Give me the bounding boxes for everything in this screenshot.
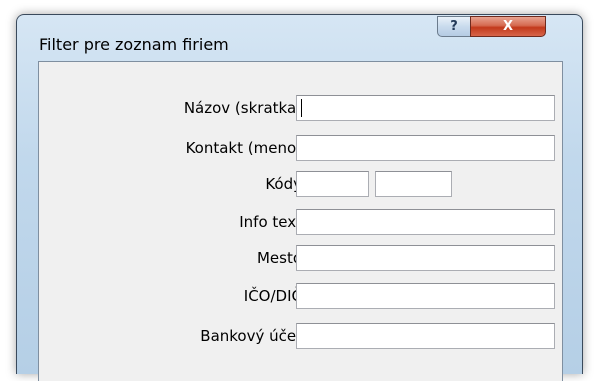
title-bar[interactable]: Filter pre zoznam firiem ? X: [17, 15, 582, 61]
help-button[interactable]: ?: [437, 16, 471, 37]
row-ico: IČO/DIČ: [39, 283, 564, 309]
kontakt-input[interactable]: [296, 135, 555, 161]
mesto-input[interactable]: [296, 245, 555, 271]
row-info: Info text: [39, 209, 564, 235]
row-nazov: Názov (skratka): [39, 95, 564, 121]
info-text-input[interactable]: [296, 209, 555, 235]
kod-2-input[interactable]: [375, 171, 452, 197]
filter-form: Názov (skratka) Kontakt (meno) Kódy Info…: [38, 61, 563, 381]
row-kody: Kódy: [39, 171, 564, 197]
bank-account-input[interactable]: [296, 323, 555, 349]
close-icon: X: [502, 19, 514, 34]
label-kontakt: Kontakt (meno): [185, 139, 302, 157]
row-bank: Bankový účet: [39, 323, 564, 349]
label-nazov: Názov (skratka): [183, 99, 302, 117]
dialog-window: Filter pre zoznam firiem ? X Názov (skra…: [16, 14, 583, 381]
row-mesto: Mesto: [39, 245, 564, 271]
close-button[interactable]: X: [470, 16, 546, 37]
row-kontakt: Kontakt (meno): [39, 135, 564, 161]
text-caret: [301, 99, 302, 117]
nazov-input[interactable]: [296, 95, 555, 121]
help-icon: ?: [450, 19, 458, 34]
kod-1-input[interactable]: [296, 171, 369, 197]
label-info: Info text: [239, 213, 302, 231]
ico-dic-input[interactable]: [296, 283, 555, 309]
label-ico: IČO/DIČ: [243, 287, 302, 305]
label-bank: Bankový účet: [200, 327, 302, 345]
window-title: Filter pre zoznam firiem: [39, 35, 229, 54]
